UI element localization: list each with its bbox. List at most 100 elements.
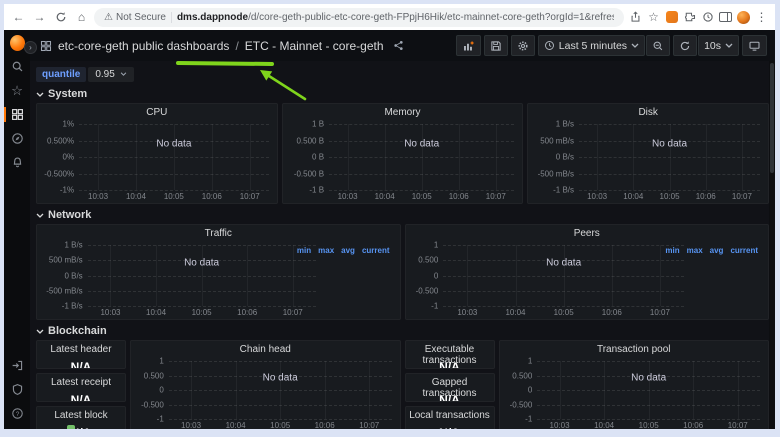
- shield-icon: [11, 383, 24, 396]
- y-tick-label: 0: [528, 386, 532, 395]
- stat-value: N/A: [406, 393, 494, 402]
- panel-title[interactable]: Traffic: [37, 228, 400, 241]
- panel-title[interactable]: CPU: [37, 107, 277, 120]
- sidebar-item-sign-in[interactable]: [10, 358, 25, 373]
- y-axis: 1 B/s500 mB/s0 B/s-500 mB/s-1 B/s: [530, 124, 579, 190]
- browser-home-button[interactable]: ⌂: [73, 9, 90, 26]
- sidebar-item-dashboards[interactable]: [10, 107, 25, 122]
- panel-title[interactable]: Memory: [283, 107, 523, 120]
- row-label: Blockchain: [48, 325, 107, 337]
- grid-line-vertical: [293, 245, 294, 306]
- x-tick-label: 10:04: [594, 421, 614, 429]
- grid-line-vertical: [156, 245, 157, 306]
- add-panel-button[interactable]: [456, 35, 481, 56]
- sidebar-item-starred[interactable]: ☆: [10, 83, 25, 98]
- variable-label: quantile: [36, 67, 86, 82]
- time-range-picker[interactable]: Last 5 minutes: [538, 35, 645, 56]
- x-tick-label: 10:03: [457, 308, 477, 317]
- history-button[interactable]: [700, 9, 715, 26]
- browser-back-button[interactable]: ←: [10, 9, 27, 26]
- avatar: [737, 11, 750, 24]
- panel-title[interactable]: Latest block: [37, 410, 125, 423]
- sidebar-item-help[interactable]: ?: [10, 406, 25, 421]
- refresh-icon: [679, 40, 691, 52]
- y-tick-label: -0.500: [416, 286, 439, 295]
- row-header-system[interactable]: System: [36, 87, 769, 101]
- y-tick-label: 1: [159, 357, 163, 366]
- extensions-button[interactable]: [682, 9, 697, 26]
- panel-title[interactable]: Latest receipt: [37, 377, 125, 390]
- x-tick-label: 10:07: [283, 308, 303, 317]
- sidebar-expand-button[interactable]: ›: [24, 41, 37, 54]
- browser-toolbar: ← → ⌂ ⚠ Not Secure dms.dappnode/d/core-g…: [4, 4, 775, 30]
- x-tick-label: 10:06: [602, 308, 622, 317]
- x-tick-label: 10:07: [486, 192, 506, 201]
- legend-column-avg[interactable]: avg: [710, 246, 724, 255]
- panel-title[interactable]: Gapped transactions: [406, 377, 494, 390]
- panel-title[interactable]: Chain head: [131, 344, 400, 357]
- legend-column-max[interactable]: max: [687, 246, 703, 255]
- panel-title[interactable]: Peers: [406, 228, 769, 241]
- dashboard-settings-button[interactable]: [511, 35, 535, 56]
- x-tick-label: 10:04: [146, 308, 166, 317]
- share-dashboard-button[interactable]: [390, 37, 407, 54]
- address-bar[interactable]: ⚠ Not Secure dms.dappnode/d/core-geth-pu…: [94, 8, 624, 27]
- sidebar-item-alerting[interactable]: [10, 155, 25, 170]
- metamask-extension-button[interactable]: [664, 9, 679, 26]
- legend-column-current[interactable]: current: [362, 246, 390, 255]
- disk-panel: Disk 1 B/s500 mB/s0 B/s-500 mB/s-1 B/s 10…: [527, 103, 769, 204]
- legend-column-avg[interactable]: avg: [341, 246, 355, 255]
- page-scrollbar: [769, 61, 775, 429]
- sign-in-icon: [11, 359, 24, 372]
- x-tick-label: 10:03: [88, 192, 108, 201]
- panel-title[interactable]: Latest header: [37, 344, 125, 357]
- y-tick-label: 0.500 B: [296, 136, 324, 145]
- save-icon: [490, 40, 502, 52]
- sidebar-item-explore[interactable]: [10, 131, 25, 146]
- row-header-network[interactable]: Network: [36, 208, 769, 222]
- breadcrumb-folder[interactable]: etc-core-geth public dashboards: [58, 39, 229, 53]
- share-page-button[interactable]: [628, 9, 643, 26]
- breadcrumb-dashboard-title[interactable]: ETC - Mainnet - core-geth: [245, 39, 384, 53]
- refresh-interval-dropdown[interactable]: 10s: [698, 35, 739, 56]
- sidebar-item-server-admin[interactable]: [10, 382, 25, 397]
- no-data-text: No data: [631, 373, 666, 384]
- zoom-out-time-button[interactable]: [646, 35, 670, 56]
- x-tick-label: 10:04: [623, 192, 643, 201]
- browser-reload-button[interactable]: [52, 9, 69, 26]
- refresh-button[interactable]: [673, 35, 697, 56]
- grid-line-vertical: [467, 245, 468, 306]
- cycle-view-mode-button[interactable]: [742, 35, 767, 56]
- y-tick-label: -1: [431, 302, 438, 311]
- variable-value-dropdown[interactable]: 0.95: [88, 67, 133, 82]
- bookmark-star-button[interactable]: ☆: [646, 9, 661, 26]
- scrollbar-thumb[interactable]: [770, 63, 774, 173]
- security-chip[interactable]: ⚠ Not Secure: [104, 12, 166, 23]
- browser-forward-button[interactable]: →: [31, 9, 48, 26]
- side-panel-button[interactable]: [718, 9, 733, 26]
- browser-menu-button[interactable]: ⋮: [754, 9, 769, 26]
- y-axis: 1%0.500%0%-0.500%-1%: [39, 124, 79, 190]
- panel-title[interactable]: Executable transactions: [406, 344, 494, 357]
- y-tick-label: -500 mB/s: [46, 286, 82, 295]
- grafana-app: ☆ ? › etc-c: [4, 30, 775, 429]
- row-header-blockchain[interactable]: Blockchain: [36, 324, 769, 338]
- sidebar-item-search[interactable]: [10, 59, 25, 74]
- grid-line-vertical: [136, 124, 137, 190]
- svg-text:?: ?: [15, 411, 19, 418]
- grid-line-vertical: [516, 245, 517, 306]
- x-tick-label: 10:07: [240, 192, 260, 201]
- panel-title[interactable]: Local transactions: [406, 410, 494, 423]
- panel-title[interactable]: Transaction pool: [500, 344, 769, 357]
- legend-column-max[interactable]: max: [318, 246, 334, 255]
- grid-line-horizontal: [537, 419, 760, 420]
- grid-line-vertical: [247, 245, 248, 306]
- y-tick-label: 0: [159, 386, 163, 395]
- url-host: dms.dappnode: [177, 12, 248, 23]
- grafana-logo[interactable]: [10, 35, 25, 50]
- profile-avatar-button[interactable]: [736, 9, 751, 26]
- panel-title[interactable]: Disk: [528, 107, 768, 120]
- legend-column-current[interactable]: current: [730, 246, 758, 255]
- save-dashboard-button[interactable]: [484, 35, 508, 56]
- screenshot-frame: ← → ⌂ ⚠ Not Secure dms.dappnode/d/core-g…: [0, 0, 780, 437]
